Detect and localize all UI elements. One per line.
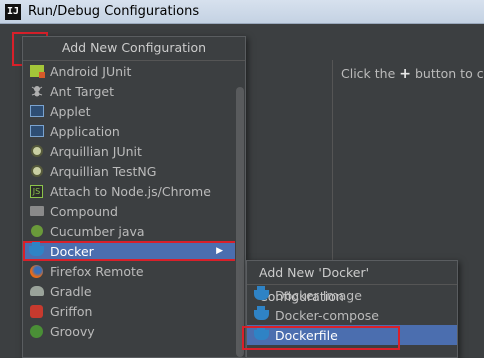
intellij-app-icon: IJ	[5, 3, 21, 20]
hint-text-before: Click the	[341, 66, 396, 81]
title-bar: IJ Run/Debug Configurations	[0, 0, 484, 24]
list-item-griffon[interactable]: Griffon	[23, 301, 245, 321]
scrollbar-thumb[interactable]	[236, 87, 244, 357]
configuration-type-list: Android JUnit Ant Target Applet Applicat…	[23, 61, 245, 341]
firefox-icon	[29, 264, 44, 279]
list-item-arquillian-junit[interactable]: Arquillian JUnit	[23, 141, 245, 161]
application-icon	[29, 124, 44, 139]
list-item-label: Docker	[50, 243, 94, 259]
list-item-firefox-remote[interactable]: Firefox Remote	[23, 261, 245, 281]
list-item-label: Arquillian TestNG	[50, 163, 157, 179]
submenu-item-label: Docker-compose	[275, 307, 379, 323]
list-item-label: Gradle	[50, 283, 92, 299]
nodejs-icon: JS	[29, 184, 44, 199]
cucumber-icon	[29, 224, 44, 239]
list-item-applet[interactable]: Applet	[23, 101, 245, 121]
arquillian-icon	[29, 144, 44, 159]
list-item-label: Groovy	[50, 323, 95, 339]
groovy-icon	[29, 324, 44, 339]
folder-icon	[29, 204, 44, 219]
list-item-label: Android JUnit	[50, 63, 132, 79]
list-item-arquillian-testng[interactable]: Arquillian TestNG	[23, 161, 245, 181]
submenu-item-dockerfile[interactable]: Dockerfile	[247, 325, 457, 345]
list-item-label: Compound	[50, 203, 118, 219]
list-item-label: Cucumber java	[50, 223, 145, 239]
list-item-compound[interactable]: Compound	[23, 201, 245, 221]
list-item-label: Applet	[50, 103, 91, 119]
list-item-groovy[interactable]: Groovy	[23, 321, 245, 341]
docker-configuration-popup: Add New 'Docker' Configuration Docker Im…	[246, 260, 458, 358]
list-item-label: Griffon	[50, 303, 93, 319]
arquillian-icon	[29, 164, 44, 179]
applet-icon	[29, 104, 44, 119]
list-item-label: Firefox Remote	[50, 263, 144, 279]
submenu-header: Add New 'Docker' Configuration	[247, 261, 457, 304]
list-item-label: Application	[50, 123, 120, 139]
docker-icon	[29, 242, 44, 259]
submenu-item-docker-image[interactable]: Docker Image	[247, 285, 457, 305]
docker-icon	[253, 326, 269, 342]
list-item-android-junit[interactable]: Android JUnit	[23, 61, 245, 81]
list-item-ant-target[interactable]: Ant Target	[23, 81, 245, 101]
list-item-gradle[interactable]: Gradle	[23, 281, 245, 301]
add-configuration-popup: Add New Configuration Android JUnit Ant …	[22, 36, 246, 358]
hint-text-after: button to cre	[414, 66, 484, 81]
plus-icon: +	[399, 66, 411, 82]
docker-icon	[253, 306, 269, 322]
submenu-item-label: Docker Image	[275, 287, 362, 303]
list-item-label: Arquillian JUnit	[50, 143, 142, 159]
list-item-label: Ant Target	[50, 83, 115, 99]
ant-icon	[29, 84, 44, 99]
list-item-cucumber-java[interactable]: Cucumber java	[23, 221, 245, 241]
submenu-arrow-icon: ▶	[216, 246, 223, 256]
submenu-item-label: Dockerfile	[275, 327, 338, 343]
popup-header: Add New Configuration	[23, 37, 245, 61]
list-item-label: Attach to Node.js/Chrome	[50, 183, 211, 199]
android-junit-icon	[29, 64, 45, 79]
submenu-item-docker-compose[interactable]: Docker-compose	[247, 305, 457, 325]
empty-panel-hint: Click the + button to cre	[341, 66, 484, 82]
docker-icon	[253, 286, 269, 302]
popup-scrollbar[interactable]	[235, 61, 245, 357]
gradle-icon	[29, 284, 44, 299]
griffon-icon	[29, 304, 44, 319]
list-item-application[interactable]: Application	[23, 121, 245, 141]
list-item-docker[interactable]: Docker ▶	[23, 241, 245, 261]
list-item-attach-nodejs[interactable]: JS Attach to Node.js/Chrome	[23, 181, 245, 201]
window-title: Run/Debug Configurations	[28, 4, 200, 19]
